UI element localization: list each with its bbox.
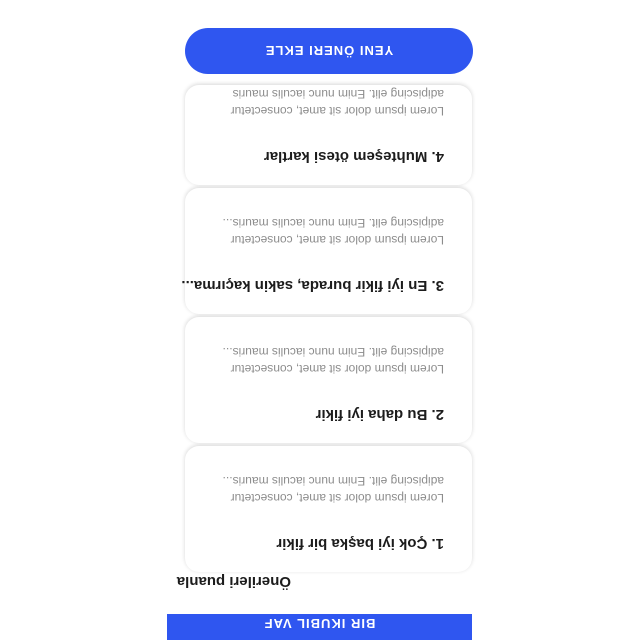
section-title: Önerileri puanla (176, 573, 291, 590)
card-description-line: adipiscing elit. Enim nunc iaculis mauri… (222, 474, 444, 488)
card-description: Lorem ipsum dolor sit amet, consectetur … (206, 472, 444, 506)
card-title: 3. En iyi fikir burada, sakin kaçırma... (181, 277, 444, 294)
suggestion-card-1[interactable]: 1. Çok iyi başka bir fikir Lorem ipsum d… (185, 446, 472, 572)
card-description: Lorem ipsum dolor sit amet, consectetur … (206, 343, 444, 377)
suggestion-card-2[interactable]: 2. Bu daha iyi fikir Lorem ipsum dolor s… (185, 317, 472, 443)
card-title: 2. Bu daha iyi fikir (315, 406, 444, 423)
card-description-line: adipiscing elit. Enim nunc iaculis mauri… (222, 345, 444, 359)
screen: BIR IKUBIL VAF Önerileri puanla 1. Çok i… (0, 0, 640, 640)
card-title: 4. Muhteşem ötesi kartlar (263, 148, 444, 165)
card-description-line: Lorem ipsum dolor sit amet, consectetur (230, 233, 444, 247)
card-description-line: Lorem ipsum dolor sit amet, consectetur (230, 491, 444, 505)
add-suggestion-label: YENI ÖNERI EKLE (264, 43, 394, 59)
card-description-line: Lorem ipsum dolor sit amet, consectetur (230, 104, 444, 118)
top-action-label: BIR IKUBIL VAF (263, 616, 376, 631)
card-title: 1. Çok iyi başka bir fikir (276, 535, 444, 552)
suggestion-card-3[interactable]: 3. En iyi fikir burada, sakin kaçırma...… (181, 188, 472, 314)
top-action-button[interactable]: BIR IKUBIL VAF (167, 614, 472, 640)
card-description-line: Lorem ipsum dolor sit amet, consectetur (230, 362, 444, 376)
card-description: Lorem ipsum dolor sit amet, consectetur … (206, 214, 444, 248)
add-suggestion-button[interactable]: YENI ÖNERI EKLE (185, 28, 473, 74)
suggestion-card-4[interactable]: 4. Muhteşem ötesi kartlar Lorem ipsum do… (185, 85, 472, 185)
card-description-line: adipiscing elit. Enim nunc iaculis mauri… (232, 87, 444, 101)
card-description: Lorem ipsum dolor sit amet, consectetur … (206, 85, 444, 119)
card-description-line: adipiscing elit. Enim nunc iaculis mauri… (222, 216, 444, 230)
